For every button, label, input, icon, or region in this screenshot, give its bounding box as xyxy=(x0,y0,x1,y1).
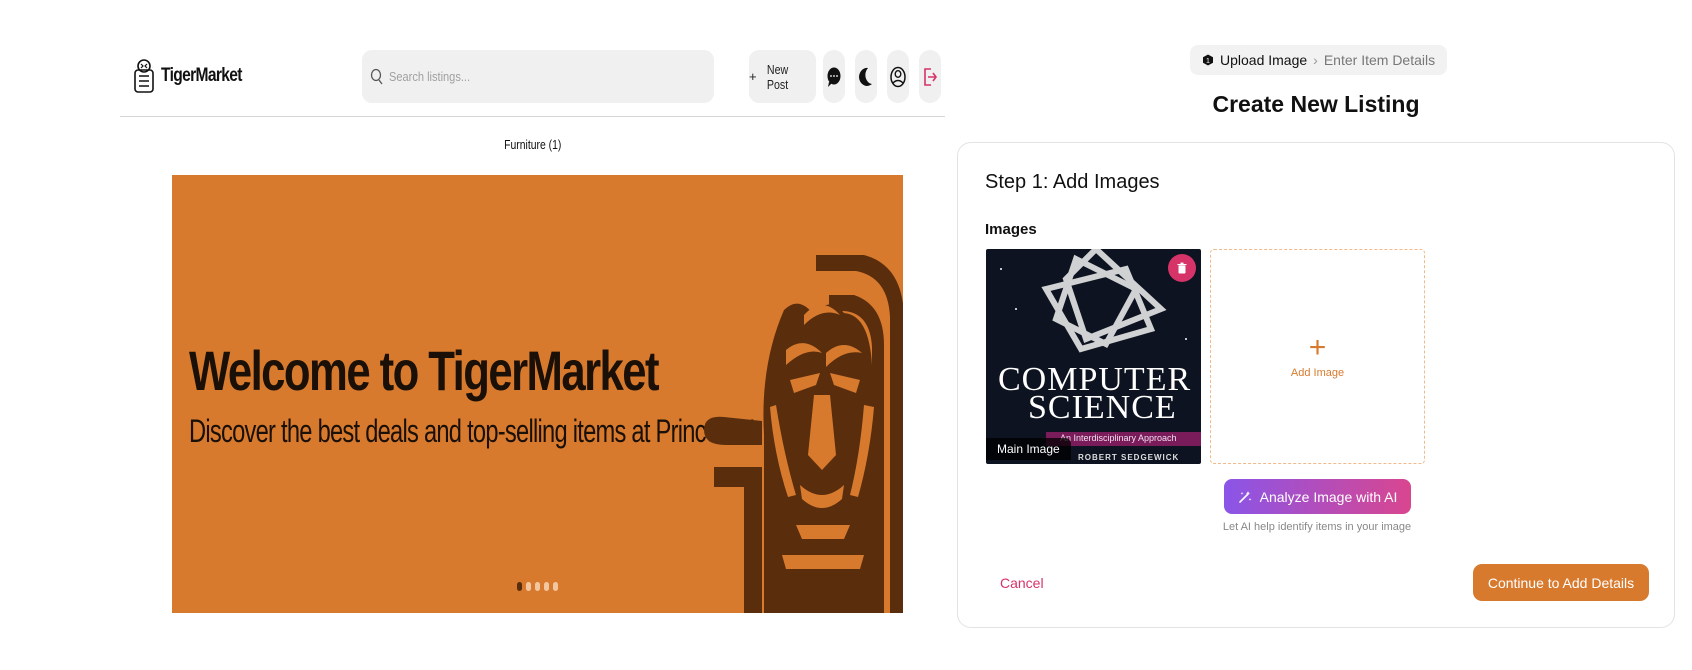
ai-help-text: Let AI help identify items in your image xyxy=(1222,521,1412,533)
new-post-button[interactable]: + New Post xyxy=(749,50,816,103)
page-title: Create New Listing xyxy=(1212,91,1420,117)
category-filter[interactable]: Furniture (1) xyxy=(120,137,945,152)
add-image-label: Add Image xyxy=(1290,366,1345,379)
add-image-slot[interactable]: + Add Image xyxy=(1210,249,1425,464)
banner-subtitle: Discover the best deals and top-selling … xyxy=(189,413,755,449)
analyze-ai-label: Analyze Image with AI xyxy=(1259,488,1398,505)
breadcrumb-step-upload[interactable]: Upload Image xyxy=(1220,52,1307,68)
listing-card: Step 1: Add Images Images COMPUTER SCIEN… xyxy=(957,142,1675,628)
breadcrumb-step-details[interactable]: Enter Item Details xyxy=(1324,52,1435,68)
plus-icon: + xyxy=(749,69,757,84)
tiger-logo-icon xyxy=(134,59,154,93)
uploaded-image-thumbnail[interactable]: COMPUTER SCIENCE An Interdisciplinary Ap… xyxy=(986,249,1201,464)
carousel-dot[interactable] xyxy=(526,582,531,591)
search-input[interactable] xyxy=(389,69,644,84)
magic-wand-icon xyxy=(1238,490,1252,503)
analyze-ai-button[interactable]: Analyze Image with AI xyxy=(1224,479,1411,514)
plus-icon: + xyxy=(1308,330,1327,364)
new-post-label: New Post xyxy=(766,61,788,92)
cover-author: ROBERT SEDGEWICK xyxy=(1078,453,1180,462)
logout-button[interactable] xyxy=(919,50,941,103)
carousel-dot[interactable] xyxy=(544,582,549,591)
profile-icon xyxy=(890,66,906,87)
carousel-dot[interactable] xyxy=(553,582,558,591)
continue-button[interactable]: Continue to Add Details xyxy=(1473,564,1649,601)
step-title: Step 1: Add Images xyxy=(985,171,1160,193)
cover-title-line2: SCIENCE xyxy=(1028,389,1177,426)
tiger-illustration xyxy=(704,255,903,613)
search-icon xyxy=(370,68,383,84)
moon-icon xyxy=(859,67,872,86)
category-label: Furniture (1) xyxy=(503,137,562,152)
search-bar[interactable] xyxy=(362,50,714,103)
carousel-dot[interactable] xyxy=(535,582,540,591)
screen: TigerMarket + New Post xyxy=(0,0,1692,670)
chevron-right-icon: › xyxy=(1313,52,1318,68)
cancel-button[interactable]: Cancel xyxy=(1000,575,1044,591)
main-image-tag: Main Image xyxy=(986,438,1071,460)
breadcrumb: 1 Upload Image › Enter Item Details xyxy=(1190,45,1448,75)
chat-button[interactable] xyxy=(823,50,845,103)
chat-icon xyxy=(827,67,841,87)
images-label: Images xyxy=(985,221,1037,238)
top-header: TigerMarket + New Post xyxy=(120,40,945,117)
hero-banner: Welcome to TigerMarket Discover the best… xyxy=(172,175,903,613)
step-badge-icon: 1 xyxy=(1203,54,1213,66)
brand-logo[interactable]: TigerMarket xyxy=(131,56,260,96)
delete-image-button[interactable] xyxy=(1168,254,1196,282)
marketplace-panel: TigerMarket + New Post xyxy=(120,40,945,630)
trash-icon xyxy=(1177,262,1187,274)
brand-name: TigerMarket xyxy=(161,65,242,86)
svg-text:1: 1 xyxy=(1206,58,1210,65)
cover-subtitle: An Interdisciplinary Approach xyxy=(1060,433,1177,443)
theme-toggle-button[interactable] xyxy=(855,50,877,103)
profile-button[interactable] xyxy=(887,50,909,103)
logout-icon xyxy=(924,67,937,86)
carousel-dot[interactable] xyxy=(517,582,522,591)
carousel-dots xyxy=(517,582,558,591)
banner-title: Welcome to TigerMarket xyxy=(189,339,660,402)
